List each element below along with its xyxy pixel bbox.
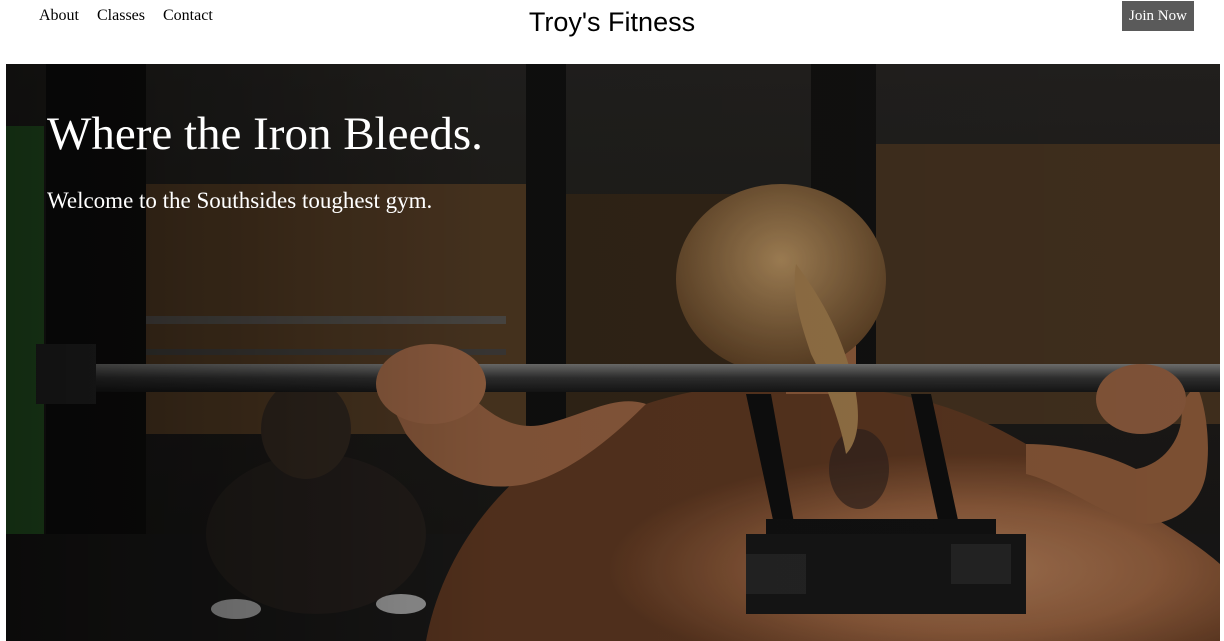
- hero-title: Where the Iron Bleeds.: [47, 108, 483, 160]
- join-now-button[interactable]: Join Now: [1122, 1, 1194, 31]
- hero-subtitle: Welcome to the Southsides toughest gym.: [47, 188, 433, 213]
- hero-section: Where the Iron Bleeds. Welcome to the So…: [6, 64, 1220, 641]
- nav-link-classes[interactable]: Classes: [97, 6, 145, 26]
- site-title[interactable]: Troy's Fitness: [529, 7, 695, 37]
- nav-link-about[interactable]: About: [39, 6, 79, 26]
- main-nav: About Classes Contact: [39, 6, 213, 26]
- site-header: About Classes Contact Troy's Fitness Joi…: [0, 0, 1224, 64]
- nav-link-contact[interactable]: Contact: [163, 6, 213, 26]
